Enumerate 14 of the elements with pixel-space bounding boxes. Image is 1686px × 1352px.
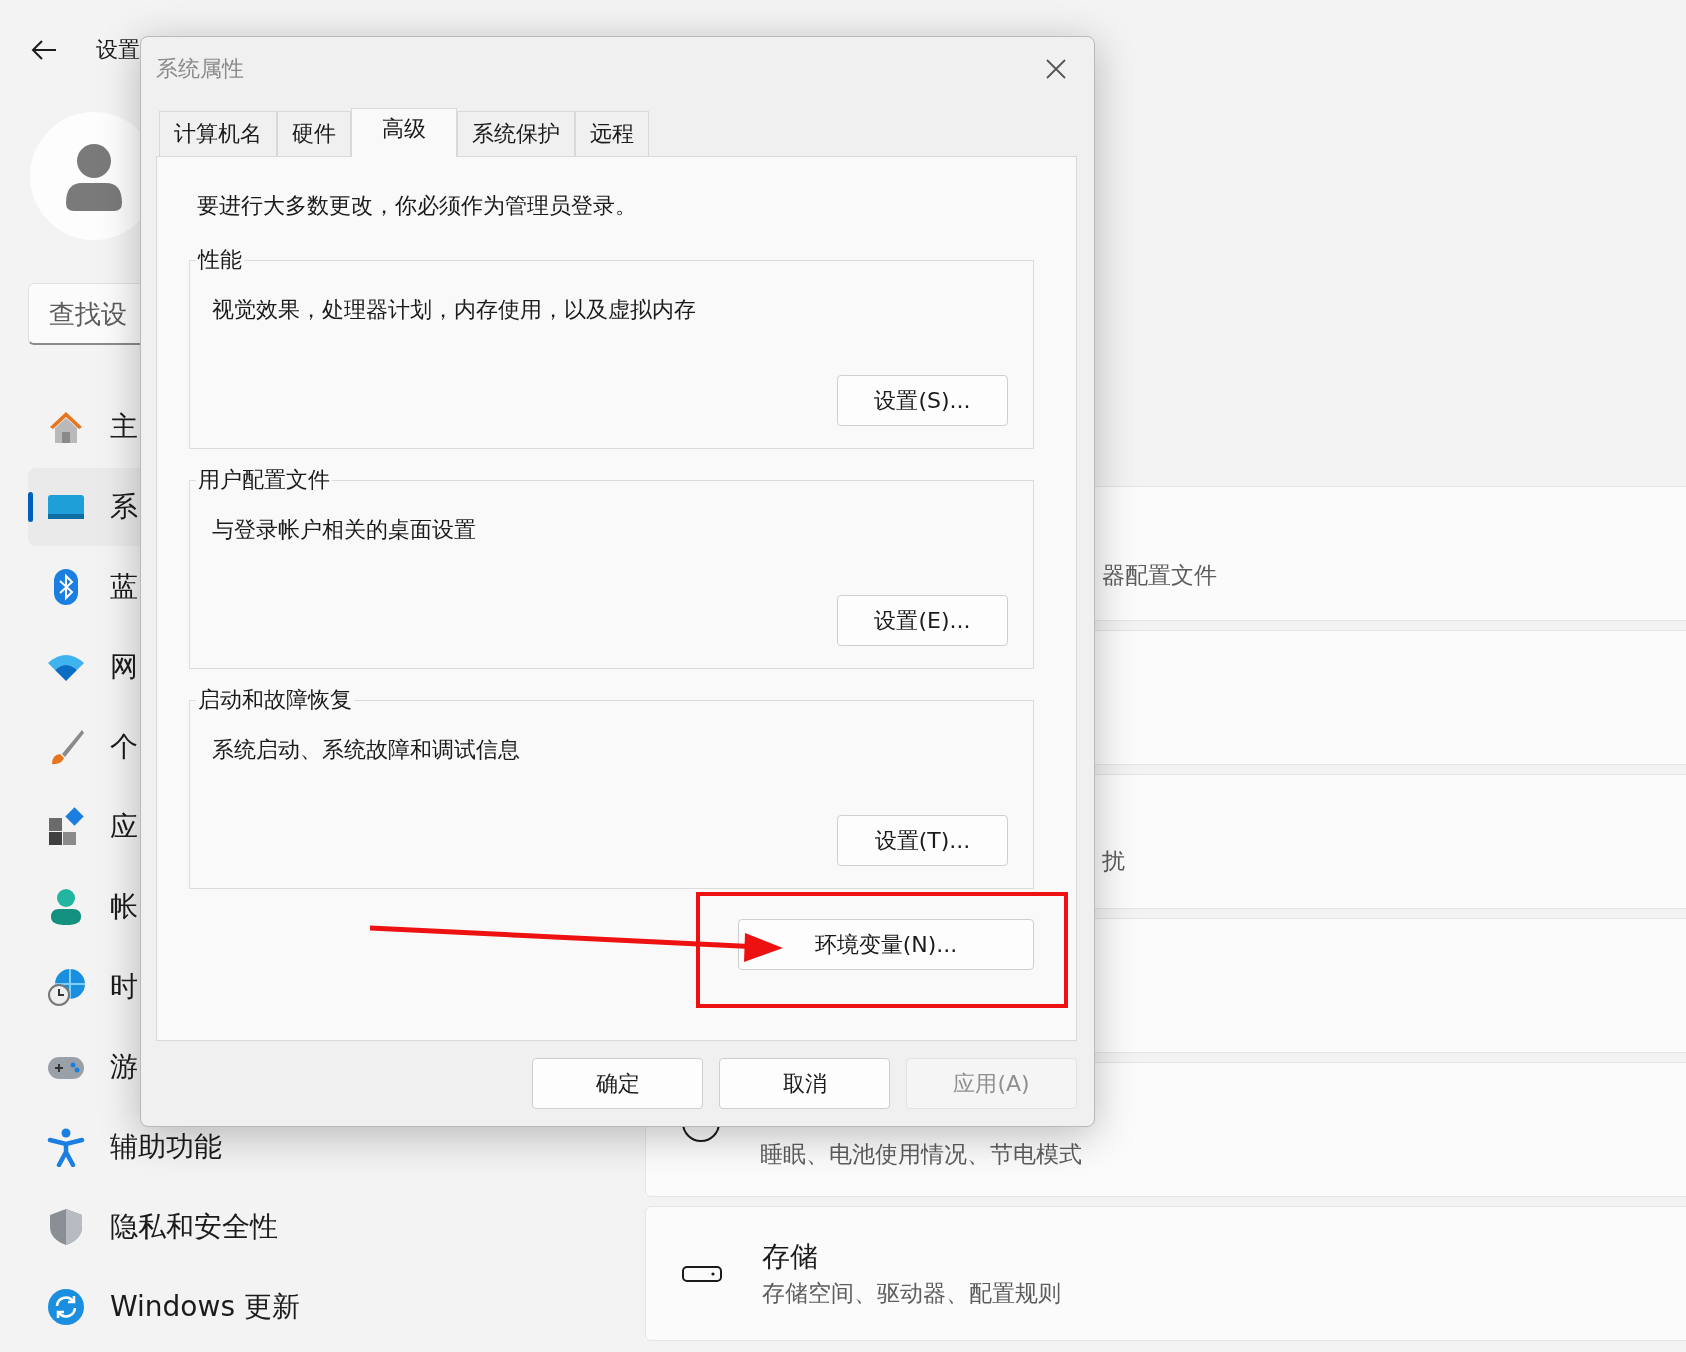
card-title: 存储 xyxy=(762,1239,819,1275)
group-legend: 启动和故障恢复 xyxy=(196,685,354,715)
card-subtitle: 扰 xyxy=(1102,847,1125,876)
app-title: 设置 xyxy=(96,36,140,64)
notice-text: 要进行大多数更改，你必须作为管理员登录。 xyxy=(196,192,638,220)
group-description: 系统启动、系统故障和调试信息 xyxy=(212,736,521,764)
group-description: 视觉效果，处理器计划，内存使用，以及虚拟内存 xyxy=(212,296,697,324)
dialog-title: 系统属性 xyxy=(156,55,244,83)
group-description: 与登录帐户相关的桌面设置 xyxy=(212,516,477,544)
card-subtitle: 存储空间、驱动器、配置规则 xyxy=(762,1279,1061,1308)
group-legend: 性能 xyxy=(196,245,244,275)
card-subtitle: 器配置文件 xyxy=(1102,561,1217,590)
card-subtitle: 睡眠、电池使用情况、节电模式 xyxy=(760,1140,1082,1169)
group-legend: 用户配置文件 xyxy=(196,465,332,495)
